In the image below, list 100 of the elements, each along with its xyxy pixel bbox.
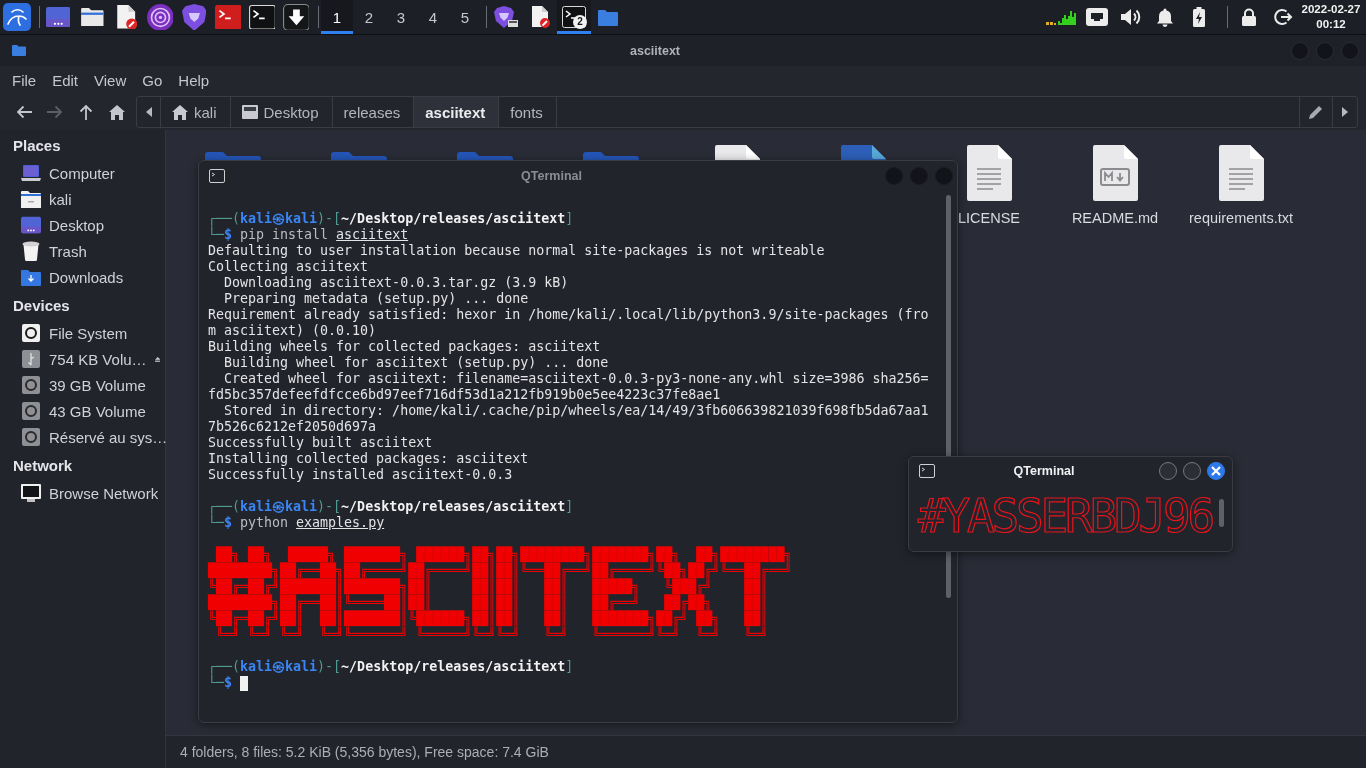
shield-icon[interactable] — [181, 3, 207, 31]
sidebar-item[interactable]: 39 GB Volume — [0, 372, 165, 398]
sidebar-heading: Network — [12, 456, 74, 476]
workspace-button[interactable]: 2 — [353, 0, 385, 34]
sidebar-item[interactable]: Réservé au sys… — [0, 424, 165, 450]
count-badge: 2 — [573, 15, 587, 29]
trash-icon — [22, 241, 40, 261]
maximize-button[interactable] — [1183, 462, 1201, 480]
terminal-icon — [919, 464, 935, 478]
close-icon — [1211, 466, 1221, 476]
speaker-icon[interactable] — [1120, 7, 1142, 27]
window-title: QTerminal — [1013, 464, 1075, 478]
sidebar-item[interactable]: kali — [0, 186, 165, 212]
output-line: Downloading asciitext-0.0.3.tar.gz (3.9 kB) — [223, 275, 569, 291]
file-name[interactable]: LICENSE — [957, 210, 1021, 226]
scrollbar-thumb[interactable] — [1219, 499, 1224, 527]
home-icon — [172, 104, 188, 120]
drive-icon — [22, 402, 40, 420]
drive-icon — [22, 376, 40, 394]
code-file-icon[interactable] — [840, 145, 886, 160]
terminal-icon[interactable] — [214, 4, 242, 30]
download-icon[interactable] — [282, 3, 310, 31]
taskbar-button[interactable]: 2 — [557, 0, 591, 34]
breadcrumb-button[interactable]: kali — [161, 97, 231, 127]
battery-icon[interactable] — [1193, 7, 1205, 27]
breadcrumb-button[interactable]: asciitext — [414, 97, 500, 127]
text-file-icon[interactable] — [1218, 145, 1264, 201]
command-line: └─$ python examples.py — [208, 515, 385, 531]
sidebar-item[interactable]: Trash — [0, 238, 165, 264]
time-label: 00:12 — [1316, 17, 1346, 32]
sidebar-item[interactable]: Downloads — [0, 264, 165, 290]
file-name[interactable]: README.md — [1071, 210, 1159, 226]
up-arrow-icon[interactable] — [78, 104, 93, 120]
home-icon[interactable] — [108, 104, 125, 120]
output-line: 7b526c6212ef2050d697a — [208, 419, 377, 435]
download-folder-icon — [21, 268, 41, 286]
command-line: └─$ — [208, 675, 233, 691]
output-line: Collecting asciitext — [208, 259, 369, 275]
folder-icon — [21, 190, 41, 208]
lock-icon[interactable] — [1241, 8, 1257, 26]
workspace-button[interactable]: 4 — [417, 0, 449, 34]
terminal-icon — [209, 169, 225, 183]
output-line: Installing collected packages: asciitext — [208, 451, 529, 467]
output-line: Requirement already satisfied: hexor in /home/kali/.local/lib/python3.9/site-packages (fro — [208, 307, 929, 323]
dragon-logo-icon[interactable] — [3, 3, 31, 31]
screen-icon — [241, 105, 258, 119]
breadcrumb-button[interactable]: fonts — [499, 97, 557, 127]
menu-item[interactable]: File — [4, 68, 45, 92]
output-line: Building wheels for collected packages: asciitext — [208, 339, 601, 355]
output-line: m asciitext) (0.0.10) — [208, 323, 377, 339]
menu-item[interactable]: Help — [170, 68, 218, 92]
output-line: Defaulting to user installation because normal site-packages is not writeable — [208, 243, 825, 259]
sidebar-item[interactable]: Computer — [0, 160, 165, 186]
ethernet-icon[interactable] — [1086, 8, 1108, 26]
logout-icon[interactable] — [1273, 7, 1293, 27]
sidebar-item[interactable]: Desktop — [0, 212, 165, 238]
right-triangle-icon[interactable] — [1342, 107, 1348, 117]
pencil-icon[interactable] — [1309, 105, 1323, 119]
breadcrumb-button[interactable]: Desktop — [230, 97, 333, 127]
text-file-icon[interactable] — [966, 145, 1012, 201]
workspace-button[interactable]: 5 — [449, 0, 481, 34]
menu-item[interactable]: View — [86, 68, 135, 92]
left-arrow-icon[interactable] — [15, 105, 32, 119]
ascii-art-line: ╚██╔═██╔╝███████║███████╗██║ ██║██║ ██║ █████╗ ╚███╔╝ ██║ — [208, 579, 769, 595]
usb-drive-icon — [22, 350, 40, 368]
screen-icon[interactable] — [45, 6, 71, 28]
ascii-art-text: #YASSERBDJ96 — [916, 488, 1212, 545]
window-title: asciitext — [630, 43, 680, 58]
minimize-button[interactable] — [1159, 462, 1177, 480]
menu-item[interactable]: Go — [134, 68, 171, 92]
document-pencil-icon — [530, 6, 550, 28]
ascii-art-line: ████████╗██╔══██║╚════██║██║ ██║██║ ██║ ██╔══╝ ██╔██╗ ██║ — [208, 595, 769, 611]
document-pencil-icon[interactable] — [114, 4, 138, 30]
sidebar-item[interactable]: Browse Network — [0, 480, 165, 506]
drive-icon — [22, 428, 40, 446]
ascii-art-line: ╚═╝ ╚═╝ ╚═╝ ╚═╝╚══════╝ ╚═════╝╚═╝╚═╝ ╚═╝ ╚══════╝╚═╝ ╚═╝ ╚═╝ — [216, 627, 769, 643]
folder-icon[interactable] — [79, 6, 105, 28]
window-title: QTerminal — [521, 169, 582, 183]
markdown-file-icon[interactable] — [1092, 145, 1138, 201]
monitor-icon — [21, 484, 41, 502]
bell-icon[interactable] — [1156, 7, 1174, 27]
menu-item[interactable]: Edit — [44, 68, 87, 92]
sidebar-item[interactable]: 43 GB Volume — [0, 398, 165, 424]
terminal-icon[interactable] — [248, 4, 276, 30]
output-line: Stored in directory: /home/kali/.cache/pip/wheels/ea/14/49/3fb606639821039f698fb5da67aa1 — [223, 403, 929, 419]
left-triangle-icon[interactable] — [145, 107, 152, 117]
workspace-button[interactable]: 3 — [385, 0, 417, 34]
output-line: fd5bc357defeefdfcce6bd97eef716df53d1a212fb919b0e5ee4223c37fe8ae1 — [208, 387, 721, 403]
sidebar-item[interactable]: 754 KB Volu… — [0, 346, 165, 372]
date-label: 2022-02-27 — [1301, 2, 1361, 17]
sidebar-item[interactable]: File System — [0, 320, 165, 346]
file-name[interactable]: requirements.txt — [1189, 210, 1293, 226]
close-button[interactable] — [1207, 462, 1225, 480]
ascii-art-line: ██╗ ██╗ █████╗ ███████╗ ██████╗██╗██╗████████╗███████╗██╗ ██╗████████╗ — [216, 547, 793, 563]
workspace-button[interactable]: 1 — [321, 0, 353, 34]
folder-icon — [598, 8, 618, 26]
rings-icon[interactable] — [146, 3, 174, 31]
text-file-icon[interactable] — [714, 145, 760, 160]
sidebar-heading: Places — [12, 136, 62, 156]
output-line: Created wheel for asciitext: filename=asciitext-0.0.3-py3-none-any.whl size=3986 sha256= — [223, 371, 929, 387]
